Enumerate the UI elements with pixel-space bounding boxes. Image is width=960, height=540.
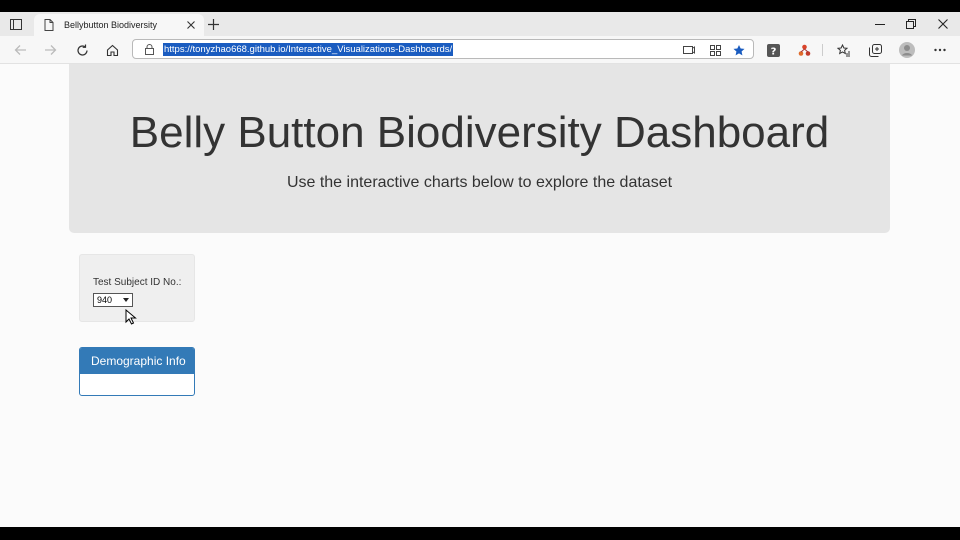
- apps-icon[interactable]: [709, 44, 721, 56]
- read-mode-icon[interactable]: [683, 44, 695, 56]
- browser-tab[interactable]: Bellybutton Biodiversity: [34, 14, 204, 36]
- page-icon: [42, 18, 56, 32]
- close-icon[interactable]: [184, 18, 198, 32]
- profile-icon[interactable]: [899, 42, 915, 58]
- forward-arrow-icon[interactable]: [42, 42, 58, 58]
- refresh-icon[interactable]: [74, 42, 90, 58]
- collections-icon[interactable]: [867, 42, 883, 58]
- chevron-down-icon: [123, 298, 129, 302]
- subject-id-dropdown[interactable]: 940: [93, 293, 133, 307]
- star-icon[interactable]: [733, 44, 745, 56]
- svg-text:?: ?: [770, 46, 776, 57]
- url-text[interactable]: https://tonyzhao668.github.io/Interactiv…: [163, 43, 454, 56]
- mouse-cursor-icon: [125, 309, 137, 325]
- plus-icon[interactable]: [206, 17, 220, 31]
- page-subtitle: Use the interactive charts below to expl…: [286, 174, 673, 191]
- tab-strip: Bellybutton Biodiversity: [0, 12, 960, 36]
- minimize-icon[interactable]: [873, 17, 887, 31]
- lock-icon[interactable]: [143, 43, 155, 55]
- restore-icon[interactable]: [904, 17, 918, 31]
- browser-window: Bellybutton Biodiversity https://tonyzha…: [0, 12, 960, 527]
- home-icon[interactable]: [104, 42, 120, 58]
- navigation-bar: https://tonyzhao668.github.io/Interactiv…: [0, 36, 960, 64]
- extension-icon[interactable]: [796, 42, 812, 58]
- header-jumbotron: Belly Button Biodiversity Dashboard Use …: [69, 64, 890, 233]
- subject-selector-well: Test Subject ID No.: 940: [79, 254, 195, 322]
- page-title: Belly Button Biodiversity Dashboard: [129, 108, 830, 157]
- address-bar[interactable]: https://tonyzhao668.github.io/Interactiv…: [132, 39, 754, 59]
- subject-id-selected-value: 940: [97, 295, 113, 305]
- more-icon[interactable]: [932, 42, 948, 58]
- subject-id-label: Test Subject ID No.:: [93, 277, 182, 288]
- web-page: Belly Button Biodiversity Dashboard Use …: [0, 64, 960, 527]
- extension-icon[interactable]: ?: [765, 42, 781, 58]
- toolbar-divider: [822, 44, 823, 56]
- close-window-icon[interactable]: [936, 17, 950, 31]
- demographic-info-heading: Demographic Info: [80, 348, 194, 374]
- favorites-icon[interactable]: [836, 42, 852, 58]
- tab-title: Bellybutton Biodiversity: [64, 20, 158, 30]
- back-arrow-icon[interactable]: [12, 42, 28, 58]
- demographic-info-panel: Demographic Info: [79, 347, 195, 396]
- tab-actions-icon[interactable]: [8, 16, 24, 32]
